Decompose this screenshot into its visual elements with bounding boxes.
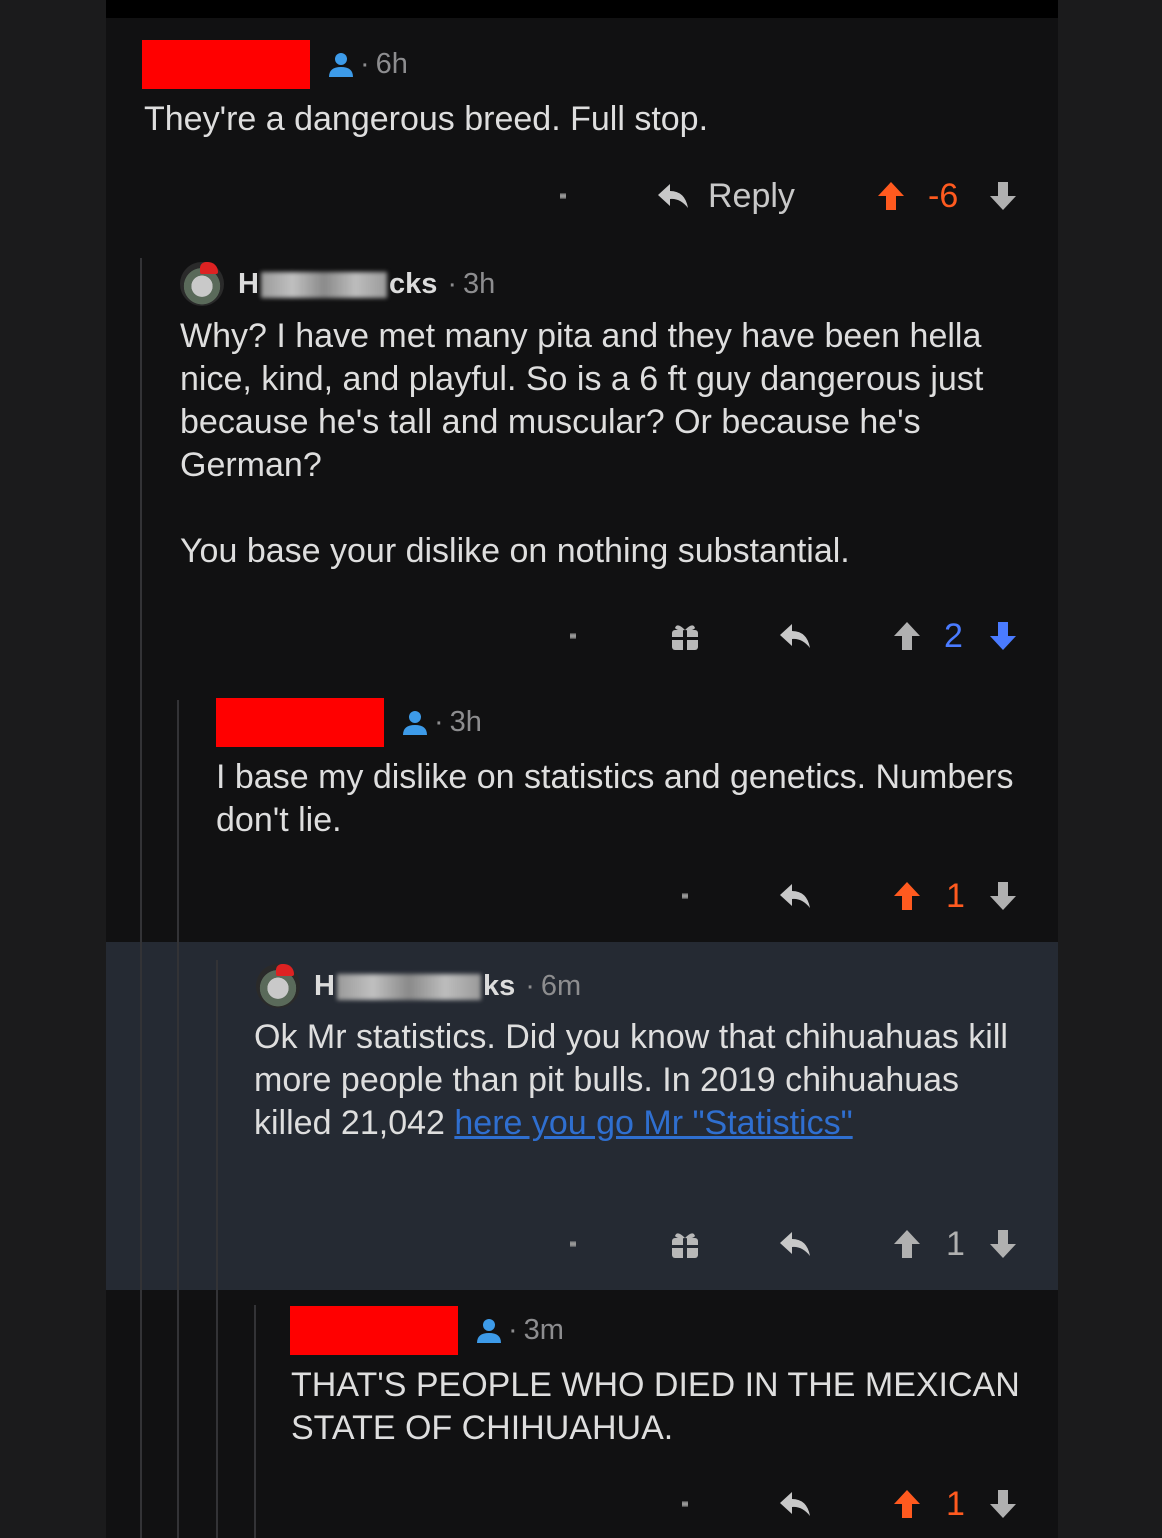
upvote-arrow-icon (894, 622, 920, 650)
username[interactable]: Hks (314, 970, 515, 1003)
avatar[interactable] (180, 262, 224, 306)
vote-score: 1 (946, 876, 965, 915)
comment-body: I base my dislike on statistics and gene… (216, 758, 1023, 839)
statistics-link[interactable]: here you go Mr "Statistics" (454, 1104, 852, 1142)
upvote-button[interactable] (892, 1474, 922, 1534)
more-options-icon[interactable] (560, 166, 566, 226)
upvote-button[interactable] (876, 166, 906, 226)
gift-icon (672, 1233, 698, 1258)
reply-icon (780, 624, 810, 648)
reply-button[interactable] (778, 1214, 812, 1274)
award-button[interactable] (669, 1214, 701, 1274)
reply-icon (780, 884, 810, 908)
upvote-arrow-icon (878, 182, 904, 210)
reply-button[interactable] (778, 866, 812, 926)
comment-thread: · 6h They're a dangerous breed. Full sto… (106, 0, 1058, 1538)
comment-body: They're a dangerous breed. Full stop. (144, 100, 709, 138)
reply-icon (780, 1232, 810, 1256)
vote-score: 1 (946, 1224, 965, 1263)
downvote-arrow-icon (990, 622, 1016, 650)
downvote-button[interactable] (988, 1474, 1018, 1534)
vote-score: 2 (944, 616, 963, 655)
upvote-arrow-icon (894, 1230, 920, 1258)
redacted-username (216, 698, 384, 747)
comment-time: 6m (540, 969, 582, 1002)
reply-button[interactable]: Reply (656, 166, 795, 226)
reply-icon (658, 184, 688, 208)
status-bar (106, 0, 1058, 18)
vote-score: -6 (928, 176, 959, 215)
reply-button[interactable] (778, 606, 812, 666)
downvote-arrow-icon (990, 1490, 1016, 1518)
comment-time: 3h (449, 706, 482, 738)
comment-time: 6h (375, 48, 408, 80)
user-icon (477, 1318, 501, 1343)
upvote-arrow-icon (894, 882, 920, 910)
downvote-arrow-icon (990, 182, 1016, 210)
comment-body: THAT'S PEOPLE WHO DIED IN THE MEXICAN ST… (291, 1366, 1030, 1447)
avatar[interactable] (256, 964, 300, 1008)
comment-body: Ok Mr statistics. Did you know that chih… (254, 1018, 1018, 1142)
vote-score: 1 (946, 1484, 965, 1523)
more-options-icon[interactable] (570, 606, 576, 666)
upvote-button[interactable] (892, 1214, 922, 1274)
comment-time: 3m (523, 1314, 564, 1346)
downvote-button[interactable] (988, 606, 1018, 666)
comment-time: 3h (463, 267, 496, 300)
downvote-button[interactable] (988, 1214, 1018, 1274)
downvote-arrow-icon (990, 1230, 1016, 1258)
upvote-arrow-icon (894, 1490, 920, 1518)
upvote-button[interactable] (892, 606, 922, 666)
more-options-icon[interactable] (682, 866, 688, 926)
reply-icon (780, 1492, 810, 1516)
redacted-username (142, 40, 310, 89)
downvote-button[interactable] (988, 166, 1018, 226)
username[interactable]: Hcks (238, 268, 437, 301)
more-options-icon[interactable] (682, 1474, 688, 1534)
thread-line-2[interactable] (177, 700, 179, 1538)
downvote-button[interactable] (988, 866, 1018, 926)
downvote-arrow-icon (990, 882, 1016, 910)
more-options-icon[interactable] (570, 1214, 576, 1274)
comment-body: Why? I have met many pita and they have … (180, 317, 984, 570)
user-icon (329, 52, 353, 77)
upvote-button[interactable] (892, 866, 922, 926)
user-icon (403, 710, 427, 735)
award-button[interactable] (669, 606, 701, 666)
gift-icon (672, 625, 698, 650)
reply-button[interactable] (778, 1474, 812, 1534)
redacted-username (290, 1306, 458, 1355)
